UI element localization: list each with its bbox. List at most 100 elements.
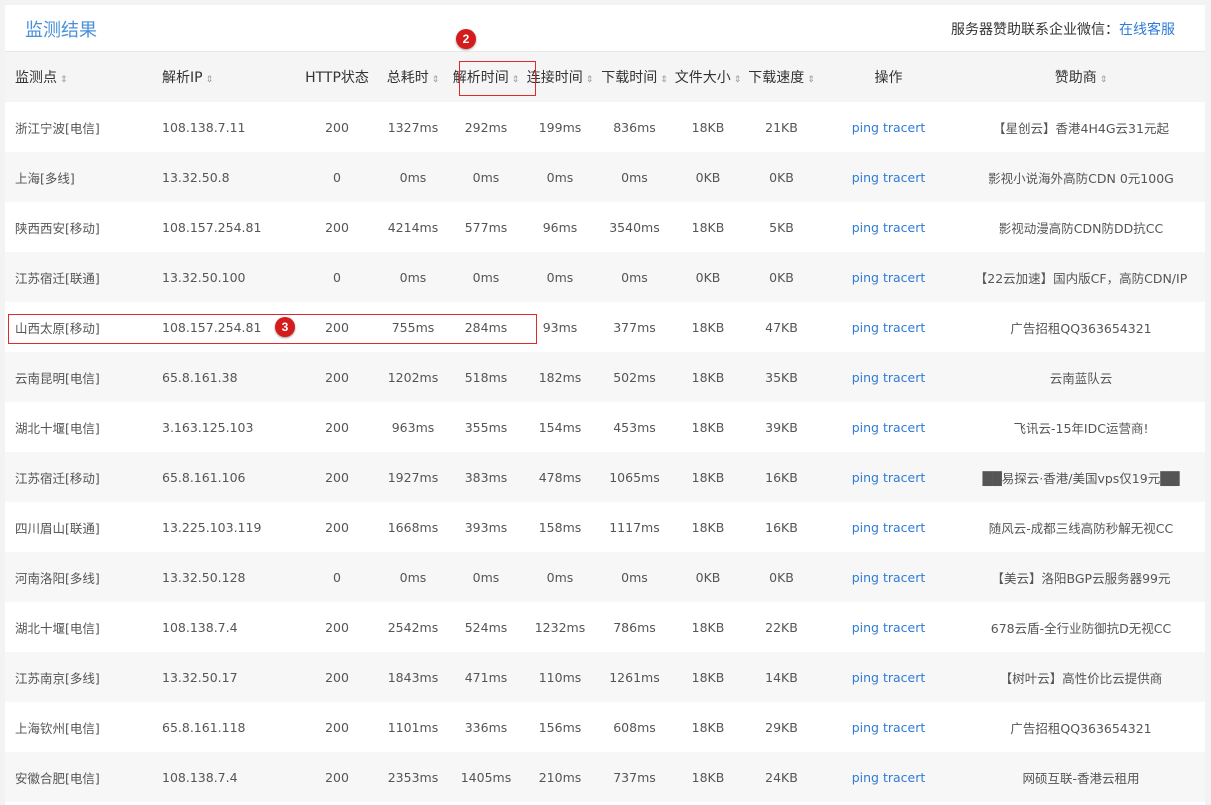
ping-link[interactable]: ping (852, 120, 879, 135)
sponsor-link[interactable]: 网硕互联-香港云租用 (957, 752, 1205, 802)
tracert-link[interactable]: tracert (883, 770, 925, 785)
ping-link[interactable]: ping (852, 170, 879, 185)
sort-icon[interactable]: ⇕ (512, 75, 520, 85)
ping-link[interactable]: ping (852, 370, 879, 385)
ping-link[interactable]: ping (852, 320, 879, 335)
table-row: 上海[多线] 13.32.50.8 0 0ms 0ms 0ms 0ms 0KB 0KB ping t… (5, 152, 1205, 202)
column-header-label: HTTP状态 (305, 70, 369, 86)
cell-speed: 21KB (765, 119, 798, 135)
table-row: 陕西西安[移动] 108.157.254.81 200 4214ms 577ms 96ms… (5, 202, 1205, 252)
tracert-link[interactable]: tracert (883, 120, 925, 135)
cell-ip[interactable]: 13.32.50.128 (152, 552, 296, 602)
column-header-http-status: HTTP状态 (296, 52, 378, 102)
column-header-total-time[interactable]: 总耗时 ⇕ (378, 52, 448, 102)
column-header-file-size[interactable]: 文件大小 ⇕ (673, 52, 743, 102)
sponsor-link[interactable]: 飞讯云-15年IDC运营商! (957, 402, 1205, 452)
sort-icon[interactable]: ⇕ (660, 75, 668, 85)
ping-link[interactable]: ping (852, 620, 879, 635)
sponsor-link[interactable]: 【22云加速】国内版CF，高防CDN/IP (957, 252, 1205, 302)
cell-ip[interactable]: 108.138.7.11 (152, 102, 296, 152)
cell-dns: 383ms (448, 452, 524, 502)
tracert-link[interactable]: tracert (883, 720, 925, 735)
cell-dns: 1405ms (448, 752, 524, 802)
table-row: 江苏宿迁[联通] 13.32.50.100 0 0ms 0ms 0ms 0ms 0KB 0KB p… (5, 252, 1205, 302)
column-header-sponsor[interactable]: 赞助商 ⇕ (957, 52, 1205, 102)
cell-ip[interactable]: 108.138.7.4 (152, 752, 296, 802)
sort-icon[interactable]: ⇕ (586, 75, 594, 85)
sort-icon[interactable]: ⇕ (807, 75, 815, 85)
column-header-dns-time[interactable]: 解析时间 ⇕ (448, 52, 524, 102)
sponsor-link[interactable]: 云南蓝队云 (957, 352, 1205, 402)
cell-speed: 0KB (743, 552, 820, 602)
column-header-ip[interactable]: 解析IP ⇕ (152, 52, 296, 102)
cell-total: 1101ms (387, 719, 439, 735)
table-row: 河南洛阳[多线] 13.32.50.128 0 0ms 0ms 0ms 0ms 0KB 0KB p… (5, 552, 1205, 602)
column-header-node[interactable]: 监测点 ⇕ (5, 52, 152, 102)
cell-ip[interactable]: 108.138.7.4 (152, 602, 296, 652)
sponsor-link[interactable]: 广告招租QQ363654321 (957, 702, 1205, 752)
cell-ip[interactable]: 3.163.125.103 (152, 402, 296, 452)
ping-link[interactable]: ping (852, 270, 879, 285)
sponsor-link[interactable]: 广告招租QQ363654321 (957, 302, 1205, 352)
cell-ip[interactable]: 65.8.161.118 (152, 702, 296, 752)
sponsor-link[interactable]: 【星创云】香港4H4G云31元起 (957, 102, 1205, 152)
cell-ip[interactable]: 65.8.161.38 (152, 352, 296, 402)
cell-ip[interactable]: 65.8.161.106 (152, 452, 296, 502)
cell-node: 山西太原[移动] (15, 320, 100, 336)
cell-ip[interactable]: 108.157.254.81 (152, 202, 296, 252)
tracert-link[interactable]: tracert (883, 270, 925, 285)
tracert-link[interactable]: tracert (883, 570, 925, 585)
ping-link[interactable]: ping (852, 520, 879, 535)
cell-size: 0KB (673, 152, 743, 202)
cell-ip[interactable]: 13.32.50.100 (152, 252, 296, 302)
ping-link[interactable]: ping (852, 720, 879, 735)
cell-speed: 35KB (743, 352, 820, 402)
cell-ip[interactable]: 13.32.50.17 (152, 652, 296, 702)
sponsor-link[interactable]: 随风云-成都三线高防秒解无视CC (957, 502, 1205, 552)
tracert-link[interactable]: tracert (883, 620, 925, 635)
sponsor-link[interactable]: ██易探云·香港/美国vps仅19元██ (957, 452, 1205, 502)
column-header-download-speed[interactable]: 下载速度 ⇕ (743, 52, 820, 102)
tracert-link[interactable]: tracert (883, 320, 925, 335)
cell-ip[interactable]: 13.32.50.8 (152, 152, 296, 202)
cell-node: 上海[多线] (5, 152, 152, 202)
cell-download: 0ms (596, 552, 673, 602)
sort-icon[interactable]: ⇕ (60, 75, 68, 85)
cell-size: 18KB (673, 752, 743, 802)
sort-icon[interactable]: ⇕ (734, 75, 742, 85)
cell-download: 377ms (613, 319, 656, 335)
column-header-connect-time[interactable]: 连接时间 ⇕ (524, 52, 596, 102)
sort-icon[interactable]: ⇕ (206, 75, 214, 85)
ping-link[interactable]: ping (852, 420, 879, 435)
cell-download: 836ms (613, 119, 656, 135)
cell-node: 陕西西安[移动] (15, 220, 100, 236)
tracert-link[interactable]: tracert (883, 420, 925, 435)
sort-icon[interactable]: ⇕ (1100, 75, 1108, 85)
sponsor-link[interactable]: 678云盾-全行业防御抗D无视CC (957, 602, 1205, 652)
cell-dns: 0ms (448, 552, 524, 602)
online-support-link[interactable]: 在线客服 (1119, 22, 1175, 38)
ping-link[interactable]: ping (852, 570, 879, 585)
tracert-link[interactable]: tracert (883, 670, 925, 685)
cell-speed: 47KB (765, 319, 798, 335)
tracert-link[interactable]: tracert (883, 170, 925, 185)
tracert-link[interactable]: tracert (883, 520, 925, 535)
ping-link[interactable]: ping (852, 770, 879, 785)
sponsor-link[interactable]: 影视小说海外高防CDN 0元100G (957, 152, 1205, 202)
cell-status: 0 (296, 552, 378, 602)
tracert-link[interactable]: tracert (883, 470, 925, 485)
cell-ip[interactable]: 13.225.103.119 (152, 502, 296, 552)
tracert-link[interactable]: tracert (883, 220, 925, 235)
sponsor-link[interactable]: 影视动漫高防CDN防DD抗CC (957, 202, 1205, 252)
ping-link[interactable]: ping (852, 220, 879, 235)
sponsor-link[interactable]: 【树叶云】高性价比云提供商 (957, 652, 1205, 702)
sponsor-link[interactable]: 【美云】洛阳BGP云服务器99元 (957, 552, 1205, 602)
ping-link[interactable]: ping (852, 670, 879, 685)
ping-link[interactable]: ping (852, 470, 879, 485)
cell-speed: 0KB (743, 252, 820, 302)
sort-icon[interactable]: ⇕ (432, 75, 440, 85)
table-row: 江苏宿迁[移动] 65.8.161.106 200 1927ms 383ms 478ms 1… (5, 452, 1205, 502)
annotation-badge-3: 3 (275, 317, 295, 337)
tracert-link[interactable]: tracert (883, 370, 925, 385)
column-header-download-time[interactable]: 下载时间 ⇕ (596, 52, 673, 102)
